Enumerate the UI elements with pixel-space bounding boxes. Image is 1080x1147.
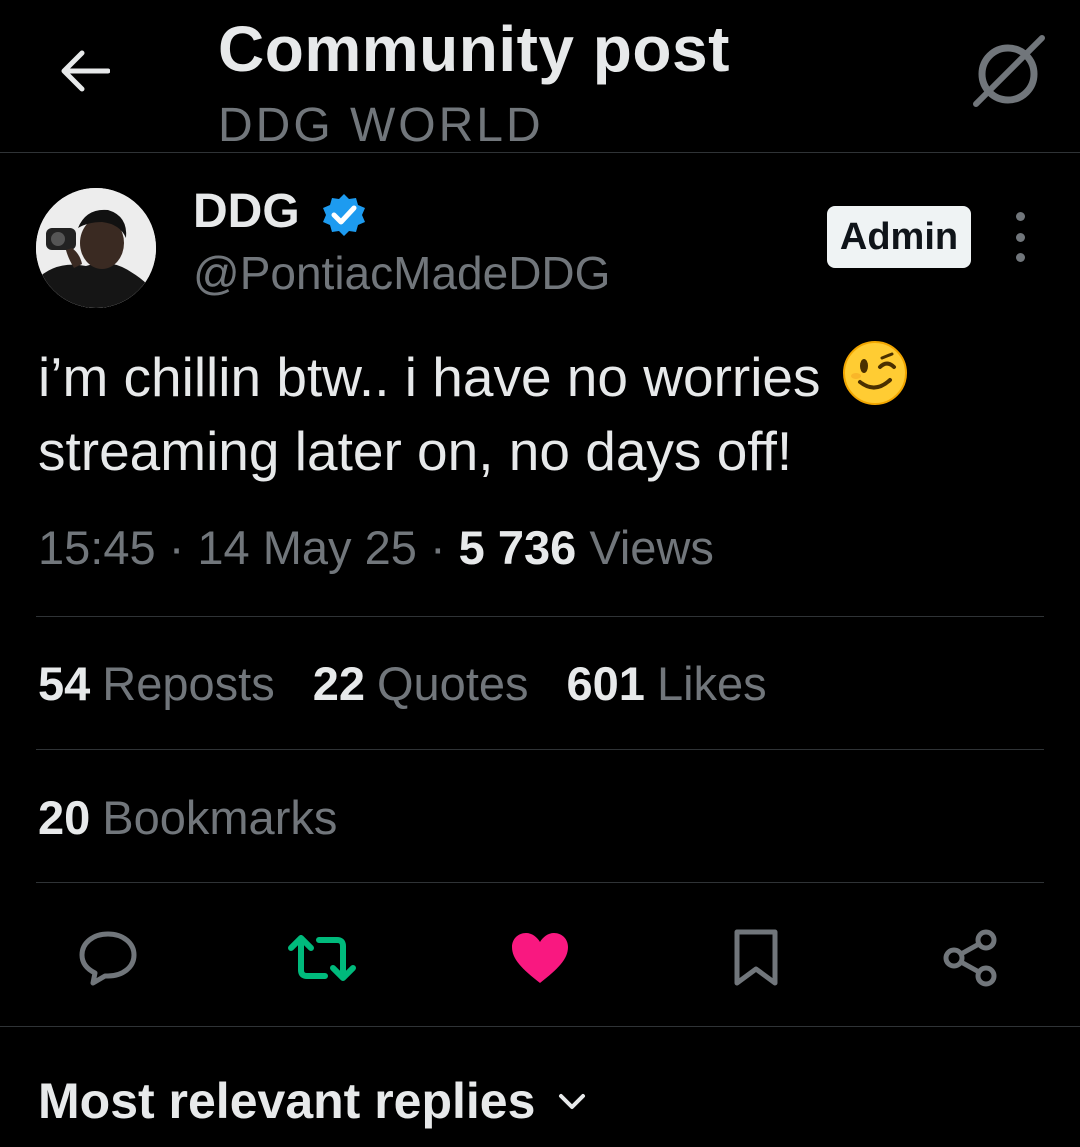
chevron-down-icon xyxy=(559,1094,586,1109)
avatar[interactable] xyxy=(36,188,156,308)
views-count: 5 736 xyxy=(458,521,577,574)
bookmarks-label: Bookmarks xyxy=(102,791,338,844)
more-dot-icon xyxy=(1015,232,1025,242)
more-options-button[interactable] xyxy=(1000,212,1040,262)
grok-icon[interactable] xyxy=(968,32,1048,112)
meta-separator: · xyxy=(168,521,198,574)
reply-button[interactable] xyxy=(70,920,146,996)
winking-face-emoji-icon xyxy=(842,341,907,405)
meta-separator: · xyxy=(429,521,459,574)
bookmark-icon xyxy=(734,929,778,986)
likes-stat[interactable]: 601 Likes xyxy=(567,656,767,711)
bookmarks-count: 20 xyxy=(38,791,91,844)
divider xyxy=(0,1026,1080,1027)
divider xyxy=(36,616,1044,617)
engagement-stats: 54 Reposts 22 Quotes 601 Likes xyxy=(38,656,767,711)
likes-count: 601 xyxy=(566,657,645,710)
top-bar: Community post DDG WORLD xyxy=(0,0,1080,153)
share-nodes-icon xyxy=(943,929,997,987)
quotes-label: Quotes xyxy=(376,657,529,710)
post-text: i’m chillin btw.. i have no worries stre… xyxy=(38,340,1048,488)
author-handle[interactable]: @PontiacMadeDDG xyxy=(193,246,610,300)
post-meta: 15:45 · 14 May 25 · 5 736 Views xyxy=(38,520,714,575)
post-date[interactable]: 14 May 25 xyxy=(197,521,416,574)
quotes-count: 22 xyxy=(312,657,365,710)
divider xyxy=(36,882,1044,883)
replies-sort-label: Most relevant replies xyxy=(38,1073,536,1129)
author-name[interactable]: DDG xyxy=(193,184,300,239)
post-text-line-1: i’m chillin btw.. i have no worries xyxy=(38,346,821,408)
slashed-circle-icon xyxy=(973,35,1045,107)
post-text-line-2: streaming later on, no days off! xyxy=(38,420,793,482)
bookmarks-stat[interactable]: 20 Bookmarks xyxy=(38,790,337,845)
page-title: Community post xyxy=(218,13,730,85)
repost-button[interactable] xyxy=(284,920,360,996)
bookmark-button[interactable] xyxy=(718,920,794,996)
arrow-left-icon xyxy=(61,50,110,92)
verified-badge-icon xyxy=(323,194,365,236)
community-name: DDG WORLD xyxy=(218,99,544,152)
reposts-label: Reposts xyxy=(102,657,275,710)
likes-label: Likes xyxy=(656,657,767,710)
like-button[interactable] xyxy=(502,920,578,996)
reposts-count: 54 xyxy=(38,657,91,710)
profile-photo xyxy=(36,188,156,308)
views-label: Views xyxy=(589,521,714,574)
more-dot-icon xyxy=(1015,212,1025,221)
reposts-stat[interactable]: 54 Reposts xyxy=(38,656,275,711)
replies-sort-dropdown[interactable]: Most relevant replies xyxy=(38,1072,589,1130)
quotes-stat[interactable]: 22 Quotes xyxy=(313,656,529,711)
repost-arrows-icon xyxy=(288,935,356,981)
share-button[interactable] xyxy=(932,920,1008,996)
heart-filled-icon xyxy=(512,933,568,983)
admin-badge: Admin xyxy=(827,206,971,268)
divider xyxy=(36,749,1044,750)
speech-bubble-icon xyxy=(79,931,137,986)
back-button[interactable] xyxy=(50,40,118,102)
more-dot-icon xyxy=(1015,253,1025,262)
post-time[interactable]: 15:45 xyxy=(38,521,156,574)
